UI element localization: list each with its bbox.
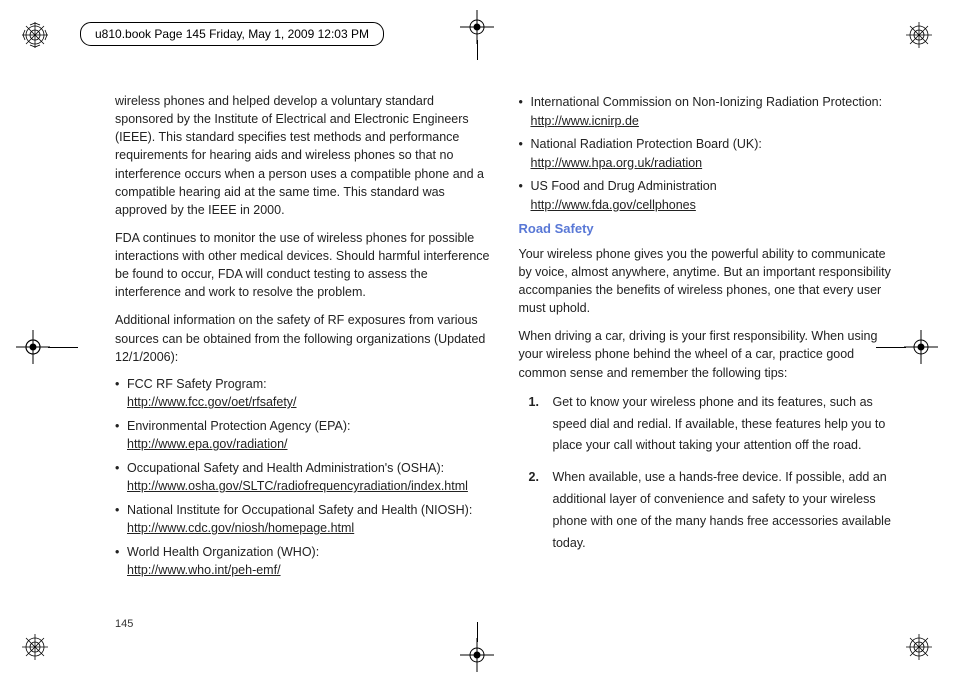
list-item: National Institute for Occupational Safe… <box>115 502 491 538</box>
list-number: 2. <box>529 467 539 489</box>
registration-mark-icon <box>22 22 48 48</box>
org-url[interactable]: http://www.fda.gov/cellphones <box>531 197 895 215</box>
content-area: wireless phones and helped develop a vol… <box>115 92 894 602</box>
list-item: Occupational Safety and Health Administr… <box>115 460 491 496</box>
crosshair-icon <box>460 638 494 672</box>
paragraph: Your wireless phone gives you the powerf… <box>519 245 895 318</box>
paragraph: wireless phones and helped develop a vol… <box>115 92 491 219</box>
org-label: US Food and Drug Administration <box>531 179 717 193</box>
bullet-list: International Commission on Non-Ionizing… <box>519 94 895 214</box>
right-column: International Commission on Non-Ionizing… <box>519 92 895 602</box>
list-item: World Health Organization (WHO): http://… <box>115 544 491 580</box>
paragraph: Additional information on the safety of … <box>115 311 491 365</box>
list-text: When available, use a hands-free device.… <box>553 470 891 550</box>
crop-line <box>48 347 78 348</box>
paragraph: FDA continues to monitor the use of wire… <box>115 229 491 302</box>
org-url[interactable]: http://www.cdc.gov/niosh/homepage.html <box>127 520 491 538</box>
list-item: Environmental Protection Agency (EPA): h… <box>115 418 491 454</box>
org-label: Occupational Safety and Health Administr… <box>127 461 444 475</box>
list-item: International Commission on Non-Ionizing… <box>519 94 895 130</box>
org-url[interactable]: http://www.osha.gov/SLTC/radiofrequencyr… <box>127 478 491 496</box>
registration-mark-icon <box>22 634 48 660</box>
left-column: wireless phones and helped develop a vol… <box>115 92 491 602</box>
org-label: National Radiation Protection Board (UK)… <box>531 137 762 151</box>
org-url[interactable]: http://www.epa.gov/radiation/ <box>127 436 491 454</box>
org-label: Environmental Protection Agency (EPA): <box>127 419 351 433</box>
registration-mark-icon <box>906 634 932 660</box>
list-text: Get to know your wireless phone and its … <box>553 395 886 453</box>
numbered-list: 1. Get to know your wireless phone and i… <box>519 392 895 555</box>
crosshair-icon <box>16 330 50 364</box>
org-url[interactable]: http://www.fcc.gov/oet/rfsafety/ <box>127 394 491 412</box>
page-number: 145 <box>115 618 133 630</box>
crop-line <box>477 40 478 60</box>
list-item: 1. Get to know your wireless phone and i… <box>519 392 895 458</box>
org-url[interactable]: http://www.hpa.org.uk/radiation <box>531 155 895 173</box>
list-item: US Food and Drug Administration http://w… <box>519 178 895 214</box>
org-url[interactable]: http://www.icnirp.de <box>531 113 895 131</box>
crosshair-icon <box>904 330 938 364</box>
org-label: FCC RF Safety Program: <box>127 377 267 391</box>
page: u810.book Page 145 Friday, May 1, 2009 1… <box>0 0 954 682</box>
crosshair-icon <box>460 10 494 44</box>
list-item: FCC RF Safety Program: http://www.fcc.go… <box>115 376 491 412</box>
list-item: 2. When available, use a hands-free devi… <box>519 467 895 555</box>
org-url[interactable]: http://www.who.int/peh-emf/ <box>127 562 491 580</box>
registration-mark-icon <box>906 22 932 48</box>
section-heading: Road Safety <box>519 220 895 239</box>
org-label: National Institute for Occupational Safe… <box>127 503 472 517</box>
list-number: 1. <box>529 392 539 414</box>
header-text: u810.book Page 145 Friday, May 1, 2009 1… <box>95 27 369 41</box>
bullet-list: FCC RF Safety Program: http://www.fcc.go… <box>115 376 491 580</box>
org-label: International Commission on Non-Ionizing… <box>531 95 883 109</box>
list-item: National Radiation Protection Board (UK)… <box>519 136 895 172</box>
paragraph: When driving a car, driving is your firs… <box>519 327 895 381</box>
org-label: World Health Organization (WHO): <box>127 545 319 559</box>
page-header: u810.book Page 145 Friday, May 1, 2009 1… <box>80 22 384 46</box>
crop-line <box>477 622 478 642</box>
